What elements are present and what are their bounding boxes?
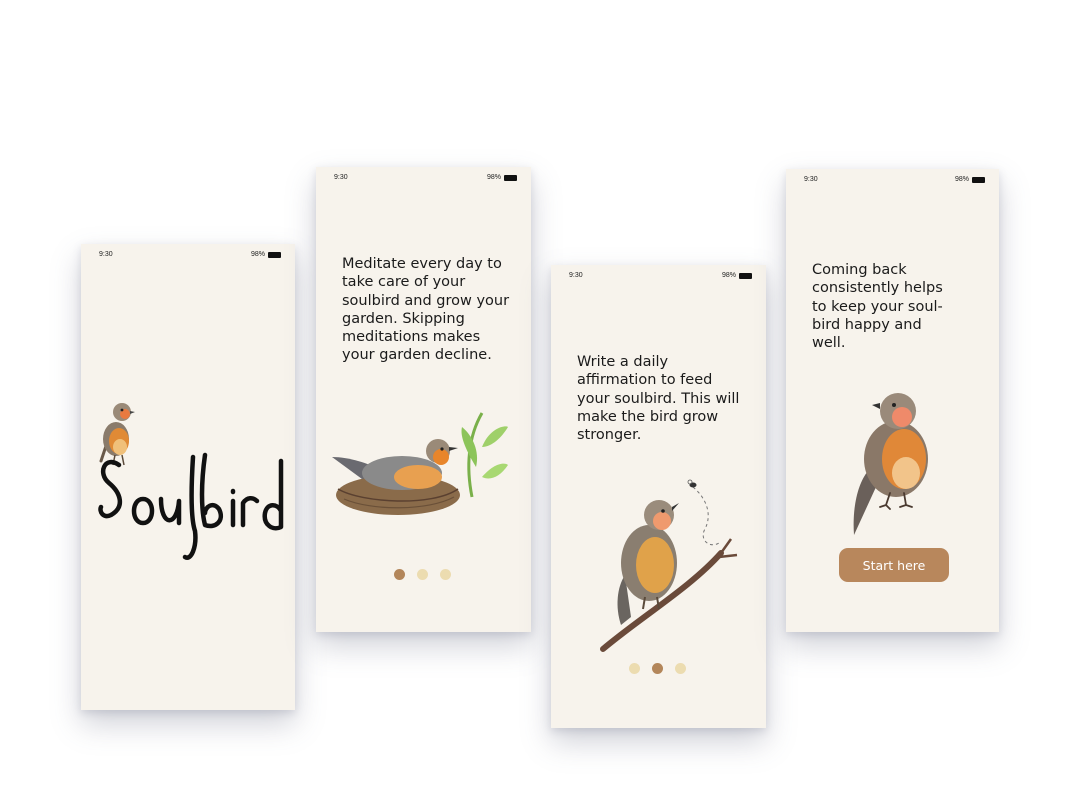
onboarding-text: Write a daily affirmation to feed your s… xyxy=(577,354,740,444)
status-time: 9:30 xyxy=(804,176,818,183)
bird-on-branch-illustration xyxy=(600,479,738,652)
status-bar: 9:30 98% xyxy=(316,174,531,186)
page-indicator xyxy=(394,569,451,580)
battery-icon xyxy=(268,251,281,258)
battery-indicator: 98% xyxy=(487,174,517,181)
page-dot-3[interactable] xyxy=(675,663,686,674)
status-time: 9:30 xyxy=(569,272,583,279)
battery-percent: 98% xyxy=(954,176,969,183)
status-time: 9:30 xyxy=(334,174,348,181)
onboarding-screen-meditate: 9:30 98% Meditate every day to take care… xyxy=(316,167,531,632)
battery-icon xyxy=(504,174,517,181)
splash-screen: 9:30 98% xyxy=(81,244,295,710)
page-dot-1[interactable] xyxy=(629,663,640,674)
onboarding-text: Meditate every day to take care of your … xyxy=(342,256,510,364)
soulbird-logo xyxy=(98,452,284,560)
onboarding-text: Coming back consistently helps to keep y… xyxy=(812,262,943,352)
battery-indicator: 98% xyxy=(722,272,752,279)
start-here-button[interactable]: Start here xyxy=(839,548,949,582)
status-bar: 9:30 98% xyxy=(786,176,999,188)
battery-indicator: 98% xyxy=(955,176,985,183)
bird-in-nest-illustration xyxy=(332,412,508,515)
onboarding-screen-affirmation: 9:30 98% Write a daily affirmation to fe… xyxy=(551,265,766,728)
battery-icon xyxy=(972,176,985,183)
page-dot-1[interactable] xyxy=(394,569,405,580)
page-dot-3[interactable] xyxy=(440,569,451,580)
standing-robin-illustration xyxy=(853,393,928,535)
status-bar: 9:30 98% xyxy=(81,251,295,263)
battery-percent: 98% xyxy=(486,174,501,181)
battery-percent: 98% xyxy=(250,251,265,258)
status-time: 9:30 xyxy=(99,251,113,258)
onboarding-screen-start: 9:30 98% Coming back consistently helps … xyxy=(786,169,999,632)
battery-icon xyxy=(739,272,752,279)
page-dot-2[interactable] xyxy=(652,663,663,674)
page-dot-2[interactable] xyxy=(417,569,428,580)
battery-percent: 98% xyxy=(721,272,736,279)
status-bar: 9:30 98% xyxy=(551,272,766,284)
page-indicator xyxy=(629,663,686,674)
battery-indicator: 98% xyxy=(251,251,281,258)
